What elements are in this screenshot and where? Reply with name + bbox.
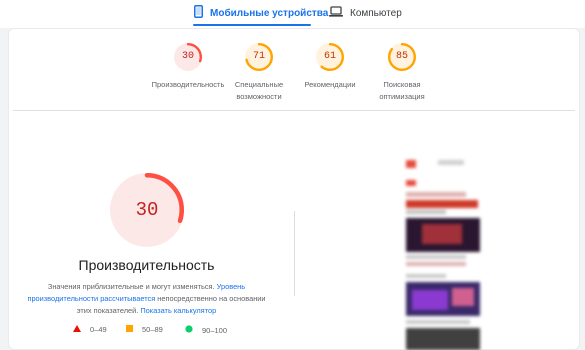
tab-mobile-label: Мобильные устройства bbox=[210, 7, 329, 19]
vertical-divider bbox=[294, 211, 295, 296]
legend-label: 90–100 bbox=[202, 325, 228, 335]
legend-average: 50–89 bbox=[126, 325, 163, 334]
score-seo[interactable]: 85 Поисковая оптимизация bbox=[357, 42, 447, 103]
tab-mobile[interactable]: Мобильные устройства bbox=[194, 2, 328, 24]
report-card: 30 Производительность 71 Специальные воз… bbox=[8, 28, 580, 350]
score-gauge: 85 bbox=[387, 42, 417, 72]
score-value: 85 bbox=[395, 51, 408, 62]
smartphone-icon bbox=[194, 5, 203, 21]
score-gauge: 61 bbox=[315, 42, 345, 72]
score-label: Поисковая оптимизация bbox=[379, 80, 425, 101]
performance-gauge: 30 bbox=[109, 172, 185, 248]
page-screenshot-thumbnail bbox=[402, 156, 482, 350]
score-description: Значения приблизительные и могут изменят… bbox=[25, 281, 268, 317]
page-title: Производительность bbox=[78, 257, 215, 273]
device-tabs: Мобильные устройства Компьютер bbox=[0, 0, 585, 28]
divider bbox=[13, 110, 575, 111]
score-value: 30 bbox=[181, 51, 194, 62]
tab-desktop-label: Компьютер bbox=[350, 7, 402, 19]
score-gauge: 30 bbox=[173, 42, 203, 72]
square-icon bbox=[126, 325, 133, 334]
score-value: 61 bbox=[323, 51, 336, 62]
legend-pass: 90–100 bbox=[185, 325, 227, 335]
legend-fail: 0–49 bbox=[73, 325, 107, 334]
active-tab-indicator bbox=[193, 24, 311, 26]
tab-desktop[interactable]: Компьютер bbox=[329, 2, 402, 24]
triangle-icon bbox=[73, 325, 81, 334]
performance-score: 30 bbox=[135, 199, 159, 221]
laptop-icon bbox=[329, 6, 343, 20]
score-value: 71 bbox=[252, 51, 265, 62]
description-text: Значения приблизительные и могут изменят… bbox=[47, 282, 215, 291]
category-scores: 30 Производительность 71 Специальные воз… bbox=[9, 29, 579, 107]
score-gauge: 71 bbox=[244, 42, 274, 72]
legend-label: 50–89 bbox=[142, 325, 163, 334]
legend-label: 0–49 bbox=[90, 325, 107, 334]
circle-icon bbox=[185, 325, 193, 335]
calculator-link[interactable]: Показать калькулятор bbox=[140, 306, 216, 315]
